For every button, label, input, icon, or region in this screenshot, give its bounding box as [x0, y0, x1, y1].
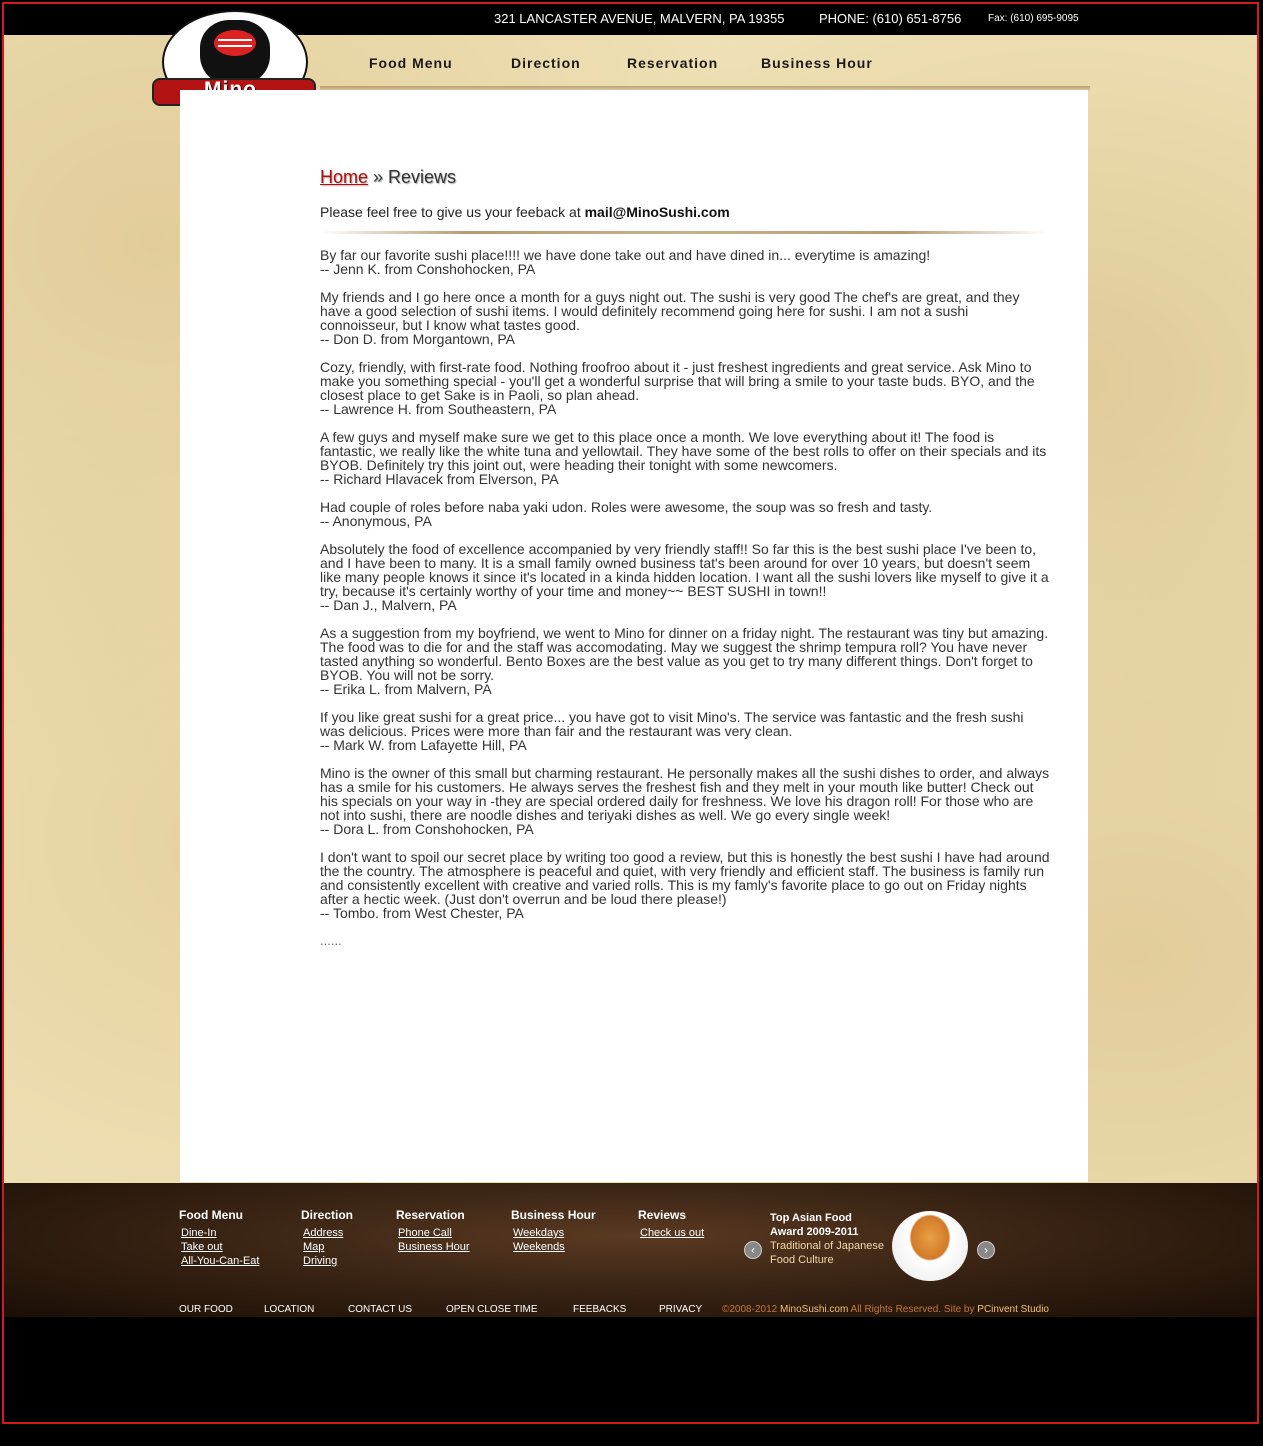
copyright-year: ©2008-2012: [722, 1304, 780, 1315]
review-text: If you like great sushi for a great pric…: [320, 709, 1024, 739]
main-content: Home » Reviews Please feel free to give …: [180, 90, 1088, 1182]
footer-link[interactable]: Dine-In: [181, 1226, 259, 1240]
footer-col-business-hour: Business Hour Weekdays Weekends: [511, 1208, 596, 1254]
review-author: -- Mark W. from Lafayette Hill, PA: [320, 737, 527, 753]
footer-link[interactable]: Map: [303, 1240, 353, 1254]
nav-food-menu[interactable]: Food Menu: [369, 55, 453, 71]
more-ellipsis: ......: [320, 933, 342, 948]
feedback-text: Please feel free to give us your feeback…: [320, 204, 585, 220]
feedback-intro: Please feel free to give us your feeback…: [320, 204, 730, 220]
review-author: -- Lawrence H. from Southeastern, PA: [320, 401, 557, 417]
footer-col-reservation: Reservation Phone Call Business Hour: [396, 1208, 470, 1254]
footer-link-contact-us[interactable]: CONTACT US: [348, 1304, 412, 1315]
review-author: -- Dan J., Malvern, PA: [320, 597, 457, 613]
footer-link-open-close-time[interactable]: OPEN CLOSE TIME: [446, 1304, 538, 1315]
footer-col-title: Direction: [301, 1208, 354, 1222]
copyright-site[interactable]: MinoSushi.com: [780, 1304, 848, 1315]
award-years: Award 2009-2011: [770, 1226, 859, 1238]
address-text: 321 LANCASTER AVENUE, MALVERN, PA 19355: [494, 11, 785, 26]
review-author: -- Dora L. from Conshohocken, PA: [320, 821, 534, 837]
footer-link-privacy[interactable]: PRIVACY: [659, 1304, 702, 1315]
breadcrumb-current: Reviews: [388, 167, 457, 187]
footer-link-our-food[interactable]: OUR FOOD: [179, 1304, 233, 1315]
footer-link-location[interactable]: LOCATION: [264, 1304, 314, 1315]
footer: Food Menu Dine-In Take out All-You-Can-E…: [4, 1183, 1259, 1317]
divider: [320, 231, 1048, 234]
copyright: ©2008-2012 MinoSushi.com All Rights Rese…: [722, 1304, 1049, 1315]
review-text: Mino is the owner of this small but char…: [320, 765, 1050, 823]
chevron-left-icon[interactable]: ‹: [744, 1241, 762, 1259]
footer-link[interactable]: Business Hour: [398, 1240, 470, 1254]
footer-col-reviews: Reviews Check us out: [638, 1208, 704, 1240]
review-author: -- Anonymous, PA: [320, 513, 432, 529]
review-item: A few guys and myself make sure we get t…: [320, 430, 1050, 486]
feedback-email[interactable]: mail@MinoSushi.com: [585, 204, 730, 220]
review-author: -- Richard Hlavacek from Elverson, PA: [320, 471, 559, 487]
footer-link-feebacks[interactable]: FEEBACKS: [573, 1304, 626, 1315]
copyright-studio[interactable]: PCinvent Studio: [977, 1304, 1049, 1315]
award-promo: Top Asian Food Award 2009-2011 Tradition…: [770, 1211, 895, 1267]
review-item: Mino is the owner of this small but char…: [320, 766, 1050, 836]
food-bowl-image: [892, 1211, 968, 1281]
copyright-rights: All Rights Reserved. Site by: [848, 1304, 978, 1315]
footer-col-title: Food Menu: [179, 1208, 243, 1222]
footer-link[interactable]: Check us out: [640, 1226, 704, 1240]
footer-link[interactable]: Weekdays: [513, 1226, 596, 1240]
review-item: If you like great sushi for a great pric…: [320, 710, 1050, 752]
review-text: Absolutely the food of excellence accomp…: [320, 541, 1049, 599]
review-author: -- Tombo. from West Chester, PA: [320, 905, 524, 921]
footer-col-direction: Direction Address Map Driving: [301, 1208, 353, 1268]
footer-col-food-menu: Food Menu Dine-In Take out All-You-Can-E…: [179, 1208, 259, 1268]
review-item: By far our favorite sushi place!!!! we h…: [320, 248, 1050, 276]
breadcrumb: Home » Reviews: [320, 167, 456, 188]
phone-text: PHONE: (610) 651-8756: [819, 11, 962, 26]
review-text: I don't want to spoil our secret place b…: [320, 849, 1050, 907]
nav-business-hour[interactable]: Business Hour: [761, 55, 873, 71]
review-text: As a suggestion from my boyfriend, we we…: [320, 625, 1049, 683]
sushi-roll-icon: [200, 20, 270, 86]
footer-col-title: Reviews: [638, 1208, 687, 1222]
footer-link[interactable]: Take out: [181, 1240, 259, 1254]
review-text: A few guys and myself make sure we get t…: [320, 429, 1047, 473]
footer-link[interactable]: Driving: [303, 1254, 353, 1268]
review-item: Had couple of roles before naba yaki udo…: [320, 500, 1050, 528]
fax-text: Fax: (610) 695-9095: [988, 13, 1079, 24]
nav-direction[interactable]: Direction: [511, 55, 581, 71]
footer-col-title: Reservation: [396, 1208, 465, 1222]
footer-link[interactable]: All-You-Can-Eat: [181, 1254, 259, 1268]
nav-reservation[interactable]: Reservation: [627, 55, 718, 71]
award-title: Top Asian Food: [770, 1212, 852, 1224]
award-subtitle: Food Culture: [770, 1254, 834, 1266]
review-author: -- Jenn K. from Conshohocken, PA: [320, 261, 536, 277]
review-author: -- Erika L. from Malvern, PA: [320, 681, 492, 697]
review-item: My friends and I go here once a month fo…: [320, 290, 1050, 346]
reviews-list: By far our favorite sushi place!!!! we h…: [320, 248, 1050, 948]
review-item: As a suggestion from my boyfriend, we we…: [320, 626, 1050, 696]
award-subtitle: Traditional of Japanese: [770, 1240, 884, 1252]
review-item: Absolutely the food of excellence accomp…: [320, 542, 1050, 612]
breadcrumb-separator: »: [368, 167, 389, 187]
review-text: My friends and I go here once a month fo…: [320, 289, 1020, 333]
footer-link[interactable]: Phone Call: [398, 1226, 470, 1240]
breadcrumb-home-link[interactable]: Home: [320, 167, 368, 187]
review-text: Cozy, friendly, with first-rate food. No…: [320, 359, 1035, 403]
review-item: I don't want to spoil our secret place b…: [320, 850, 1050, 920]
footer-link[interactable]: Weekends: [513, 1240, 596, 1254]
chevron-right-icon[interactable]: ›: [977, 1241, 995, 1259]
review-author: -- Don D. from Morgantown, PA: [320, 331, 516, 347]
footer-link[interactable]: Address: [303, 1226, 353, 1240]
footer-col-title: Business Hour: [511, 1208, 596, 1222]
review-item: Cozy, friendly, with first-rate food. No…: [320, 360, 1050, 416]
